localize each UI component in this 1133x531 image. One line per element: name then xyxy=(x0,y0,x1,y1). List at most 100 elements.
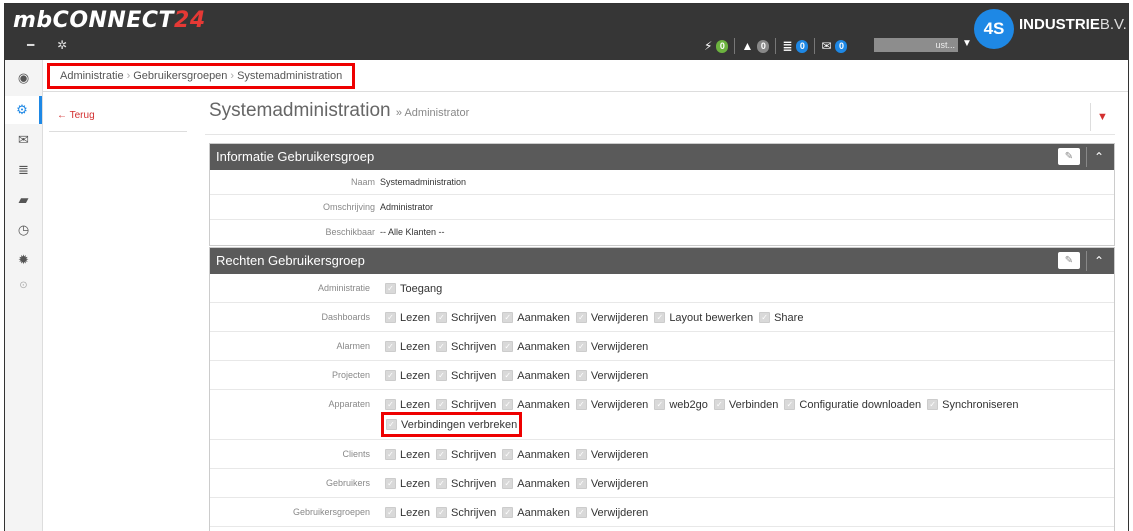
permission-checkbox[interactable]: ✓ Lezen xyxy=(385,397,430,412)
permission-text: web2go xyxy=(669,398,708,411)
permission-text: Lezen xyxy=(400,311,430,324)
permission-checkbox[interactable]: ✓ Layout bewerken xyxy=(654,310,753,325)
permission-text: Synchroniseren xyxy=(942,398,1019,411)
permission-checkbox[interactable]: ✓ Lezen xyxy=(385,339,430,354)
permission-checkbox[interactable]: ✓ Lezen xyxy=(385,476,430,491)
permission-checkbox[interactable]: ✓ Synchroniseren xyxy=(927,397,1019,412)
permission-checkbox[interactable]: ✓ Schrijven xyxy=(435,505,496,520)
permission-text: Aanmaken xyxy=(517,477,570,490)
app-logo[interactable]: mbCONNECT24 xyxy=(13,8,206,33)
permission-checkbox[interactable]: ✓ Verwijderen xyxy=(575,339,648,354)
permission-checkbox[interactable]: ✓ Lezen xyxy=(385,505,430,520)
breadcrumb: Administratie › Gebruikersgroepen › Systemad… xyxy=(47,63,356,89)
check-icon: ✓ xyxy=(385,341,396,352)
chevron-up-icon[interactable]: ⌃ xyxy=(1094,248,1104,274)
clock-icon[interactable]: ◷ xyxy=(5,216,42,244)
permission-row-administratie: Administratie ✓ Toegang xyxy=(210,274,1114,303)
permission-checkbox[interactable]: ✓ Aanmaken xyxy=(502,476,570,491)
check-icon: ✓ xyxy=(784,399,796,410)
book-icon[interactable]: ▰ xyxy=(5,186,42,214)
gear-icon[interactable]: ✹ xyxy=(5,246,42,274)
permission-checkbox[interactable]: ✓ Schrijven xyxy=(435,476,496,491)
notification-server-icon[interactable]: ≣ 0 xyxy=(776,38,816,54)
permission-checkbox[interactable]: ✓ Aanmaken xyxy=(502,368,570,383)
notification-warning-icon[interactable]: ▲ 0 xyxy=(735,38,777,54)
edit-icon[interactable]: ✎ xyxy=(1058,252,1080,269)
permission-checkbox[interactable]: ✓ Verwijderen xyxy=(575,310,648,325)
check-icon: ✓ xyxy=(502,399,514,410)
permission-checkbox[interactable]: ✓ Verwijderen xyxy=(575,447,648,462)
permission-row-apparaten: Apparaten ✓ Lezen ✓ Schrijven ✓ Aanmaken ✓ Verwi… xyxy=(210,390,1114,440)
permission-checkbox[interactable]: ✓ Schrijven xyxy=(435,447,497,462)
permission-checkbox[interactable]: ✓ Aanmaken xyxy=(502,505,570,520)
permission-checkbox[interactable]: ✓ Aanmaken xyxy=(502,310,570,325)
expand-icon[interactable]: ⊙ xyxy=(5,272,42,300)
permission-checkbox[interactable]: ✓ Verbindingen verbreken xyxy=(380,412,523,437)
permission-checkbox[interactable]: ✓ Verwijderen xyxy=(575,476,649,491)
permission-checkbox[interactable]: ✓ Schrijven xyxy=(435,368,496,383)
permission-text: Lezen xyxy=(400,340,430,353)
check-icon: ✓ xyxy=(385,507,396,518)
breadcrumb-item-gebruikersgroepen[interactable]: Gebruikersgroepen xyxy=(133,70,227,82)
permission-checkbox[interactable]: ✓ web2go xyxy=(654,397,708,412)
permission-checkbox[interactable]: ✓ Verbinden xyxy=(713,397,778,412)
check-icon: ✓ xyxy=(927,399,939,410)
dashboard-icon[interactable]: ◉ xyxy=(5,64,42,92)
permission-checkbox[interactable]: ✓ Aanmaken xyxy=(502,397,570,412)
breadcrumb-item-current: Systemadministration xyxy=(237,70,343,82)
permission-checkbox[interactable]: ✓ Schrijven xyxy=(435,397,496,412)
collapse-icon[interactable]: ━ xyxy=(27,38,34,52)
permission-label: Alarmen xyxy=(336,341,370,351)
permission-checkbox[interactable]: ✓ Lezen xyxy=(385,447,430,462)
check-icon: ✓ xyxy=(502,341,514,352)
check-icon: ✓ xyxy=(502,449,514,460)
permission-text: Aanmaken xyxy=(517,369,570,382)
permission-text: Lezen xyxy=(400,398,430,411)
envelope-icon[interactable]: ✉ xyxy=(5,126,42,154)
back-link[interactable]: ← Terug xyxy=(57,110,95,121)
check-icon: ✓ xyxy=(435,370,447,381)
brand-circle: 4S xyxy=(974,9,1014,49)
permission-checkbox[interactable]: ✓ Toegang xyxy=(385,281,442,296)
permission-checkbox[interactable]: ✓ Aanmaken xyxy=(502,447,570,462)
admin-gears-icon[interactable]: ⚙ xyxy=(5,96,42,124)
permission-text: Schrijven xyxy=(450,340,497,353)
breadcrumb-item-administratie[interactable]: Administratie xyxy=(60,70,124,82)
permission-checkbox[interactable]: ✓ Configuratie downloaden xyxy=(784,397,921,412)
permission-text: Verwijderen xyxy=(590,477,649,490)
info-value: Systemadministration xyxy=(380,177,467,187)
permission-checkbox[interactable]: ✓ Schrijven xyxy=(435,310,496,325)
notification-envelope-icon[interactable]: ✉ 0 xyxy=(815,38,853,54)
check-icon: ✓ xyxy=(575,449,587,460)
permission-checkbox[interactable]: ✓ Verwijderen xyxy=(575,368,648,383)
spinner-icon: ✲ xyxy=(57,38,68,52)
server-icon[interactable]: ≣ xyxy=(5,156,42,184)
notification-bolt-icon[interactable]: ⚡ 0 xyxy=(698,38,736,54)
check-icon: ✓ xyxy=(502,478,514,489)
permission-checkbox[interactable]: ✓ Verwijderen xyxy=(575,397,648,412)
permission-checkbox[interactable]: ✓ Share xyxy=(759,310,803,325)
permission-label: Apparaten xyxy=(328,399,370,409)
permission-checkbox[interactable]: ✓ Schrijven xyxy=(435,339,497,354)
permission-checkbox[interactable]: ✓ Lezen xyxy=(385,310,430,325)
info-row: Omschrijving Administrator xyxy=(210,195,1114,220)
permission-text: Configuratie downloaden xyxy=(799,398,922,411)
permission-checkbox[interactable]: ✓ Aanmaken xyxy=(502,339,570,354)
permission-label: Clients xyxy=(342,449,370,459)
permission-checkbox[interactable]: ✓ Verwijderen xyxy=(575,505,648,520)
caret-down-icon[interactable]: ▼ xyxy=(962,38,972,49)
permission-text: Lezen xyxy=(400,448,430,461)
edit-icon[interactable]: ✎ xyxy=(1058,148,1080,165)
sub-navigation: ← Terug xyxy=(49,104,187,132)
notification-bar: ⚡ 0 ▲ 0 ≣ 0 ✉ 0 xyxy=(698,37,853,55)
chevron-up-icon[interactable]: ⌃ xyxy=(1094,144,1104,170)
permission-label: Dashboards xyxy=(321,312,370,322)
permission-text: Aanmaken xyxy=(517,340,570,353)
title-dropdown-button[interactable]: ▼ xyxy=(1090,103,1114,131)
count-badge: 0 xyxy=(796,39,809,53)
permission-text: Layout bewerken xyxy=(669,311,754,324)
user-menu[interactable]: ust... xyxy=(874,38,958,52)
permission-checkbox[interactable]: ✓ Lezen xyxy=(385,368,430,383)
permission-text: Schrijven xyxy=(450,448,497,461)
permission-text: Aanmaken xyxy=(517,448,570,461)
